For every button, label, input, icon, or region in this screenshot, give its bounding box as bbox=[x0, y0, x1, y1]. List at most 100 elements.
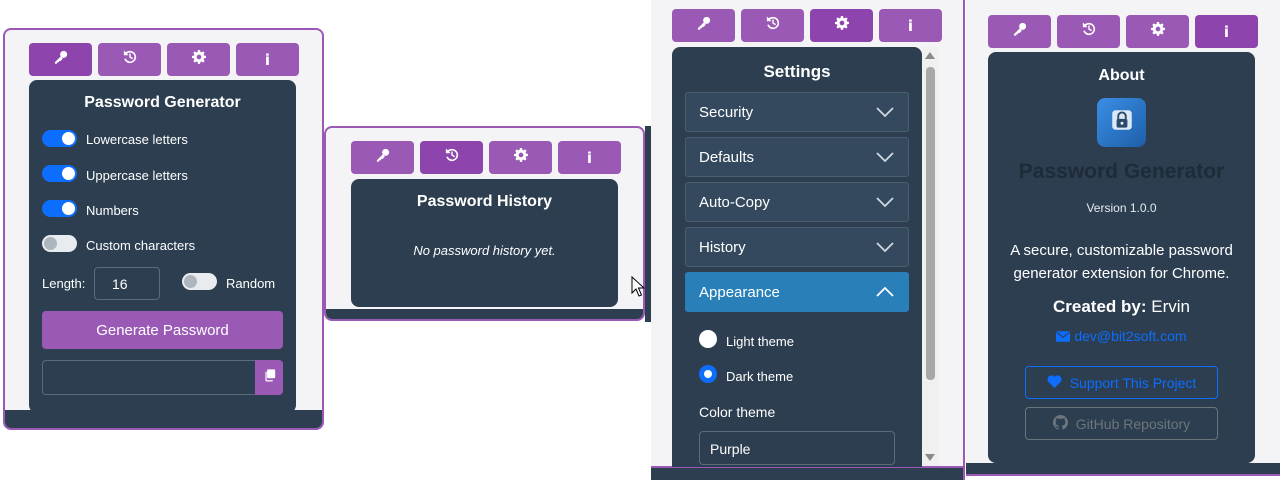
generate-password-button[interactable]: Generate Password bbox=[42, 311, 283, 349]
numbers-toggle[interactable] bbox=[42, 200, 77, 217]
tab-settings[interactable] bbox=[167, 43, 230, 76]
app-version: Version 1.0.0 bbox=[1086, 201, 1157, 215]
app-description-line2: generator extension for Chrome. bbox=[1013, 265, 1230, 282]
password-output-field[interactable] bbox=[42, 360, 255, 395]
uppercase-label: Uppercase letters bbox=[86, 168, 188, 183]
lowercase-toggle[interactable] bbox=[42, 130, 77, 147]
length-value: 16 bbox=[112, 276, 128, 292]
app-logo bbox=[1097, 98, 1146, 147]
accordion-defaults[interactable]: Defaults bbox=[685, 137, 909, 177]
history-tabbar: i bbox=[351, 141, 621, 174]
envelope-icon bbox=[1056, 328, 1071, 344]
accordion-defaults-label: Defaults bbox=[699, 149, 755, 166]
history-icon bbox=[1082, 22, 1096, 41]
color-theme-label: Color theme bbox=[699, 404, 776, 420]
random-label: Random bbox=[226, 276, 276, 291]
info-icon: i bbox=[264, 50, 271, 69]
created-by-label: Created by: bbox=[1053, 297, 1147, 316]
tab-history[interactable] bbox=[98, 43, 161, 76]
chevron-up-icon bbox=[876, 286, 894, 297]
generator-panel: Password Generator Lowercase letters Upp… bbox=[29, 80, 296, 413]
tab-generator[interactable] bbox=[672, 9, 735, 42]
accordion-auto-copy[interactable]: Auto-Copy bbox=[685, 182, 909, 222]
support-project-button[interactable]: Support This Project bbox=[1025, 366, 1218, 399]
accordion-security-label: Security bbox=[699, 104, 754, 121]
settings-right-border bbox=[963, 0, 965, 480]
dark-theme-label: Dark theme bbox=[726, 369, 794, 384]
copy-button[interactable] bbox=[255, 360, 283, 395]
tab-history[interactable] bbox=[1057, 15, 1120, 48]
custom-characters-toggle[interactable] bbox=[42, 235, 77, 252]
tab-about[interactable]: i bbox=[558, 141, 621, 174]
key-icon bbox=[376, 148, 390, 167]
key-icon bbox=[697, 16, 711, 35]
info-icon: i bbox=[1223, 22, 1230, 41]
history-icon bbox=[445, 148, 459, 167]
length-input[interactable]: 16 bbox=[94, 267, 160, 300]
tab-history[interactable] bbox=[420, 141, 483, 174]
gear-icon bbox=[191, 50, 206, 69]
light-theme-label: Light theme bbox=[726, 334, 794, 349]
settings-tabbar: i bbox=[672, 9, 942, 42]
random-toggle[interactable] bbox=[182, 273, 217, 290]
scroll-down-arrow-icon[interactable] bbox=[925, 454, 935, 461]
github-repository-label: GitHub Repository bbox=[1075, 415, 1191, 432]
heart-icon bbox=[1047, 374, 1062, 391]
info-icon: i bbox=[907, 16, 914, 35]
gear-icon bbox=[834, 16, 849, 35]
history-icon bbox=[123, 50, 137, 69]
app-description-line1: A secure, customizable password bbox=[1010, 242, 1233, 259]
chevron-down-icon bbox=[876, 107, 894, 118]
tab-settings[interactable] bbox=[810, 9, 873, 42]
history-empty-text: No password history yet. bbox=[413, 243, 556, 258]
accordion-appearance[interactable]: Appearance bbox=[685, 272, 909, 312]
generator-tabbar: i bbox=[29, 43, 299, 76]
about-bottom-strip bbox=[966, 463, 1280, 476]
tab-history[interactable] bbox=[741, 9, 804, 42]
tab-settings[interactable] bbox=[1126, 15, 1189, 48]
tab-generator[interactable] bbox=[351, 141, 414, 174]
github-icon bbox=[1052, 414, 1068, 433]
email-link[interactable]: dev@bit2soft.com bbox=[988, 328, 1255, 344]
accordion-security[interactable]: Security bbox=[685, 92, 909, 132]
generator-title: Password Generator bbox=[84, 94, 241, 111]
color-theme-select[interactable]: Purple bbox=[699, 431, 895, 465]
light-theme-radio[interactable] bbox=[699, 330, 717, 348]
key-icon bbox=[54, 50, 68, 69]
settings-title: Settings bbox=[763, 62, 831, 81]
tab-about[interactable]: i bbox=[1195, 15, 1258, 48]
dark-theme-radio[interactable] bbox=[699, 365, 717, 383]
generate-password-label: Generate Password bbox=[96, 321, 229, 339]
mouse-cursor-icon bbox=[631, 275, 646, 303]
settings-scrollbar[interactable] bbox=[922, 47, 939, 466]
accordion-appearance-label: Appearance bbox=[699, 284, 780, 301]
support-project-label: Support This Project bbox=[1069, 374, 1197, 391]
tab-generator[interactable] bbox=[29, 43, 92, 76]
accordion-auto-copy-label: Auto-Copy bbox=[699, 194, 770, 211]
chevron-down-icon bbox=[876, 152, 894, 163]
scroll-up-arrow-icon[interactable] bbox=[925, 52, 935, 59]
about-panel: About Password Generator Version 1.0.0 A… bbox=[988, 52, 1255, 463]
chevron-down-icon bbox=[876, 242, 894, 253]
history-icon bbox=[766, 16, 780, 35]
tab-settings[interactable] bbox=[489, 141, 552, 174]
accordion-history[interactable]: History bbox=[685, 227, 909, 267]
accordion-history-label: History bbox=[699, 239, 746, 256]
history-title: Password History bbox=[416, 193, 553, 210]
popup-bottom-strip bbox=[326, 309, 643, 319]
created-by-name: Ervin bbox=[1151, 297, 1190, 316]
tab-generator[interactable] bbox=[988, 15, 1051, 48]
color-theme-value: Purple bbox=[710, 441, 751, 457]
length-label: Length: bbox=[42, 276, 86, 291]
scrollbar-thumb[interactable] bbox=[926, 67, 935, 380]
gear-icon bbox=[1150, 22, 1165, 41]
info-icon: i bbox=[586, 148, 593, 167]
lock-icon bbox=[1109, 107, 1135, 138]
created-by: Created by: Ervin bbox=[988, 297, 1255, 317]
tab-about[interactable]: i bbox=[879, 9, 942, 42]
uppercase-toggle[interactable] bbox=[42, 165, 77, 182]
tab-about[interactable]: i bbox=[236, 43, 299, 76]
numbers-label: Numbers bbox=[86, 203, 139, 218]
about-tabbar: i bbox=[988, 15, 1258, 48]
github-repository-button[interactable]: GitHub Repository bbox=[1025, 407, 1218, 440]
